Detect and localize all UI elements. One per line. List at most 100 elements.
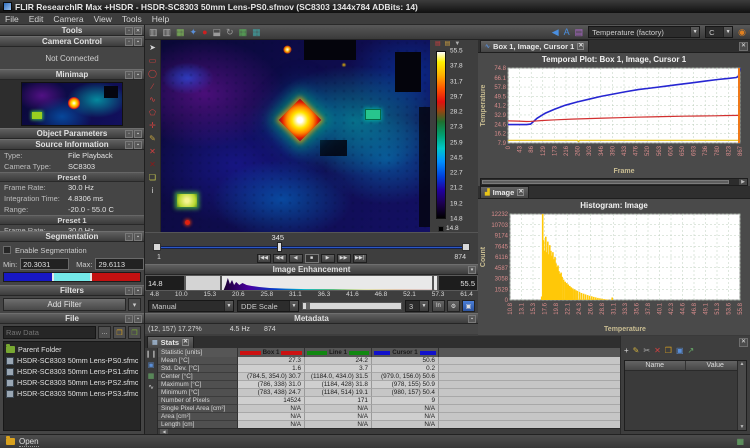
- filter-options-button[interactable]: ▾: [128, 298, 141, 311]
- log-scale-button[interactable]: ln: [432, 300, 445, 312]
- panel-menu-icon[interactable]: ▪: [134, 315, 142, 323]
- panel-close-icon[interactable]: ✕: [134, 27, 142, 35]
- dde-slider[interactable]: [302, 302, 402, 310]
- panel-menu-icon[interactable]: ▪: [134, 233, 142, 241]
- close-icon[interactable]: ✕: [517, 189, 524, 196]
- file-list-item[interactable]: HSDR-SC8303 50mm Lens-PS3.sfmov: [6, 388, 138, 399]
- units-select[interactable]: C ▼: [705, 26, 733, 38]
- close-icon[interactable]: ✕: [739, 42, 748, 51]
- temporal-plot-chart[interactable]: 74.866.157.849.541.232.924.616.27.904386…: [478, 65, 746, 175]
- info-icon[interactable]: ◉: [738, 27, 746, 37]
- panel-collapse-icon[interactable]: ▫: [125, 233, 133, 241]
- menu-help[interactable]: Help: [152, 14, 169, 24]
- object-parameters-header[interactable]: Object Parameters ▫▪: [0, 128, 144, 139]
- range-min-box[interactable]: 14.8: [145, 275, 185, 291]
- camera-control-header[interactable]: Camera Control ▫▪: [0, 36, 144, 47]
- metadata-header[interactable]: Metadata ▪: [145, 313, 478, 324]
- frame-slider-handle[interactable]: [277, 242, 282, 252]
- panel-menu-icon[interactable]: ▪: [134, 287, 142, 295]
- polygon-tool[interactable]: ⬠: [146, 107, 159, 119]
- scrollbar-thumb[interactable]: [482, 180, 729, 184]
- range-histogram[interactable]: [185, 275, 438, 291]
- temporal-tab[interactable]: ∿ Box 1, Image, Cursor 1 ✕: [480, 40, 589, 52]
- close-icon[interactable]: ✕: [182, 339, 189, 346]
- refresh-icon[interactable]: ↻: [226, 27, 234, 37]
- add-filter-button[interactable]: Add Filter: [3, 298, 126, 311]
- factor-select[interactable]: 3 ▼: [405, 300, 429, 312]
- file-list-item[interactable]: HSDR-SC8303 50mm Lens-PS1.sfmov: [6, 366, 138, 377]
- file-list-item[interactable]: HSDR-SC8303 50mm Lens-PS0.sfmov: [6, 355, 138, 366]
- copy-tool[interactable]: ❏: [146, 172, 159, 184]
- status-right-icon[interactable]: ▦: [736, 437, 744, 446]
- open-link[interactable]: Open: [19, 437, 39, 447]
- panel-collapse-icon[interactable]: ▫: [125, 38, 133, 46]
- scrollbar-arrow-icon[interactable]: ▶: [739, 179, 747, 185]
- scale-mode-select[interactable]: DDE Scale ▼: [237, 300, 299, 312]
- close-icon[interactable]: ✕: [577, 43, 584, 50]
- panel-collapse-icon[interactable]: ▫: [125, 130, 133, 138]
- enable-segmentation-checkbox[interactable]: [3, 246, 11, 254]
- delete-all-tool[interactable]: ✕: [146, 159, 159, 171]
- histogram-chart[interactable]: 1223210703917476456116458730581529010.81…: [478, 211, 746, 333]
- stats-tab[interactable]: ▦ Stats ✕: [147, 336, 194, 348]
- minimap-header[interactable]: Minimap ▫▪: [0, 69, 144, 80]
- properties-scrollbar[interactable]: ▲▼: [737, 361, 746, 430]
- polyline-tool[interactable]: ∿: [146, 94, 159, 106]
- info-tool[interactable]: i: [146, 185, 159, 197]
- record-icon[interactable]: ●: [202, 27, 207, 37]
- dde-slider-handle[interactable]: [306, 303, 310, 309]
- scale-icon[interactable]: A: [564, 27, 570, 37]
- link-button[interactable]: ⚙: [447, 300, 460, 312]
- file-filter-input[interactable]: [3, 326, 96, 339]
- frame-slider-track[interactable]: [157, 246, 466, 249]
- layout-icon[interactable]: ▥: [149, 27, 158, 37]
- line-tool[interactable]: ∕: [146, 81, 159, 93]
- flip-icon[interactable]: ◀: [552, 27, 559, 37]
- panel-menu-icon[interactable]: ▪: [134, 141, 142, 149]
- segmentation-header[interactable]: Segmentation ▫▪: [0, 231, 144, 242]
- snowflake-icon[interactable]: ✦: [190, 27, 198, 37]
- slider-right-end[interactable]: [462, 243, 470, 251]
- pause-stats-icon[interactable]: ❙❙: [145, 351, 157, 358]
- prev-frame-button[interactable]: ◀: [289, 254, 303, 263]
- first-frame-button[interactable]: |◀◀: [257, 254, 271, 263]
- filters-header[interactable]: Filters ▫▪: [0, 285, 144, 296]
- panel-pin-icon[interactable]: ▫: [125, 27, 133, 35]
- ellipse-tool[interactable]: ◯: [146, 68, 159, 80]
- close-icon[interactable]: ✕: [739, 338, 748, 347]
- open-props-icon[interactable]: ❒: [665, 347, 672, 355]
- folder-up-icon[interactable]: ❒: [128, 326, 141, 339]
- menu-edit[interactable]: Edit: [29, 14, 44, 24]
- open-image-icon[interactable]: ▦: [176, 27, 185, 37]
- range-low-handle[interactable]: [220, 276, 222, 290]
- range-max-box[interactable]: 55.5: [438, 275, 478, 291]
- panel-collapse-icon[interactable]: ▫: [125, 71, 133, 79]
- panel-menu-icon[interactable]: ▾: [468, 266, 476, 274]
- palette-mini-icon[interactable]: ▤: [435, 41, 441, 48]
- panel-menu-icon[interactable]: ▪: [134, 71, 142, 79]
- delete-roi-tool[interactable]: ✕: [146, 146, 159, 158]
- stop-button[interactable]: ■: [305, 254, 319, 263]
- range-high-handle[interactable]: [432, 276, 434, 290]
- menu-tools[interactable]: Tools: [122, 14, 142, 24]
- prev-fast-button[interactable]: ◀◀: [273, 254, 287, 263]
- add-icon[interactable]: +: [624, 347, 629, 355]
- panel-menu-icon[interactable]: ▪: [134, 130, 142, 138]
- minimap-image[interactable]: [21, 82, 123, 126]
- histogram-tab[interactable]: ▟ Image ✕: [480, 186, 529, 198]
- camera-icon[interactable]: ⬓: [213, 27, 222, 37]
- cursor-tool[interactable]: ➤: [146, 42, 159, 54]
- plot-stats-icon[interactable]: ∿: [148, 384, 154, 391]
- menu-file[interactable]: File: [5, 14, 19, 24]
- colorbar[interactable]: [436, 51, 446, 219]
- file-header[interactable]: File ▫▪: [0, 313, 144, 324]
- thermal-image[interactable]: [161, 40, 430, 232]
- file-list-item[interactable]: Parent Folder: [6, 344, 138, 355]
- browse-button[interactable]: ...: [98, 326, 111, 339]
- scroll-down-icon[interactable]: ▼: [740, 424, 745, 430]
- panel-collapse-icon[interactable]: ▫: [125, 287, 133, 295]
- last-frame-button[interactable]: ▶▶|: [353, 254, 367, 263]
- menu-view[interactable]: View: [94, 14, 112, 24]
- temporal-scrollbar[interactable]: ▶: [480, 178, 748, 186]
- next-fast-button[interactable]: ▶▶: [337, 254, 351, 263]
